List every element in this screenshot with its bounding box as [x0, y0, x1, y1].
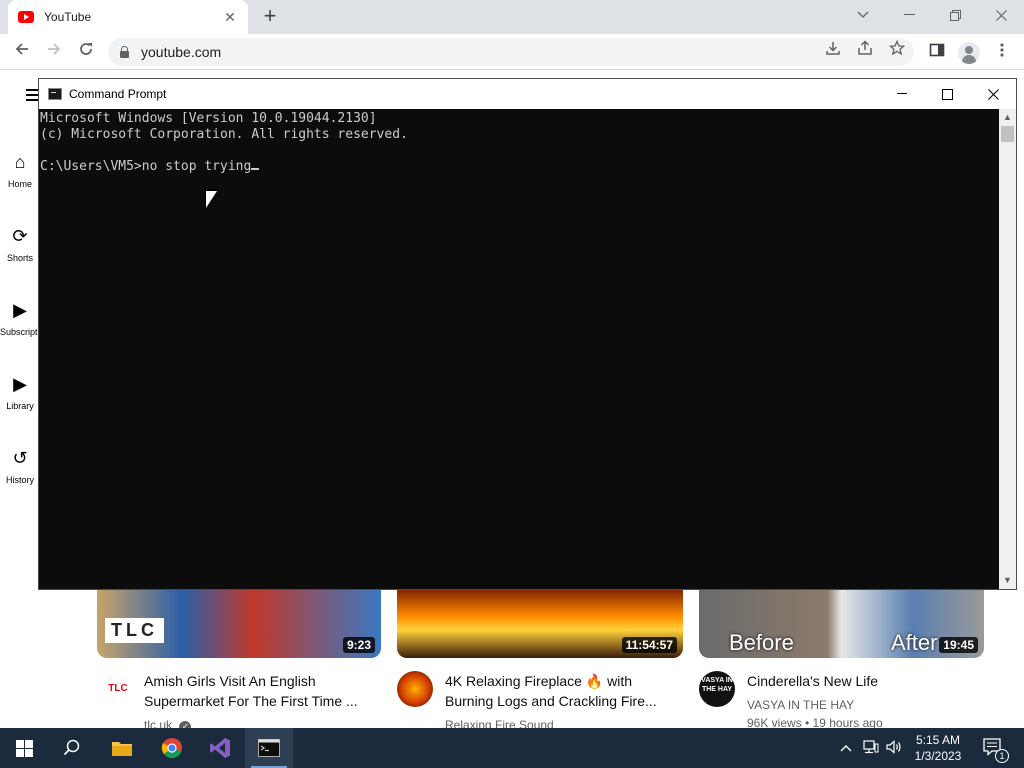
network-icon[interactable]: [863, 740, 879, 757]
video-channel[interactable]: VASYA IN THE HAY: [747, 698, 854, 712]
browser-minimize-button[interactable]: [886, 0, 932, 30]
reload-icon[interactable]: [74, 40, 98, 64]
library-icon: ▶: [13, 374, 27, 394]
cmd-close-button[interactable]: [970, 79, 1016, 109]
command-prompt-window[interactable]: Command Prompt Microsoft Windows [Versio…: [38, 78, 1017, 590]
console-line: C:\Users\VM5>no stop trying: [40, 159, 252, 174]
console-output[interactable]: Microsoft Windows [Version 10.0.19044.21…: [39, 109, 1000, 589]
taskbar-chrome[interactable]: [148, 728, 196, 768]
cmd-minimize-button[interactable]: [879, 79, 925, 109]
video-duration: 19:45: [939, 637, 978, 653]
address-bar[interactable]: youtube.com: [108, 38, 914, 66]
back-arrow-icon[interactable]: [10, 40, 34, 64]
video-duration: 9:23: [342, 637, 375, 653]
video-title[interactable]: Cinderella's New Life: [747, 671, 979, 691]
tab-close-icon[interactable]: ✕: [222, 9, 238, 26]
cmd-title-bar[interactable]: Command Prompt: [39, 79, 1016, 109]
channel-avatar[interactable]: VASYA IN THE HAY: [699, 671, 735, 707]
folder-icon: [112, 742, 132, 756]
console-line: (c) Microsoft Corporation. All rights re…: [40, 127, 408, 142]
cmd-window-title: Command Prompt: [69, 87, 167, 101]
sidebar-item-home[interactable]: ⌂ Home: [0, 151, 40, 189]
address-bar-url: youtube.com: [141, 44, 222, 60]
history-icon: ↺: [12, 448, 28, 468]
taskbar-clock[interactable]: 5:15 AM 1/3/2023: [906, 732, 970, 764]
install-app-icon[interactable]: [823, 40, 843, 60]
profile-avatar-icon[interactable]: [958, 42, 980, 64]
browser-restore-button[interactable]: [932, 0, 978, 30]
channel-avatar[interactable]: TLC: [100, 671, 136, 707]
video-title[interactable]: Amish Girls Visit An English Supermarket…: [144, 671, 376, 711]
video-thumbnail[interactable]: Before After 19:45: [699, 588, 984, 658]
thumbnail-channel-logo: TLC: [105, 618, 164, 643]
bookmark-star-icon[interactable]: [887, 39, 907, 60]
browser-close-button[interactable]: [978, 0, 1024, 30]
volume-icon[interactable]: [886, 740, 902, 757]
side-panel-icon[interactable]: [927, 42, 947, 62]
sidebar-item-label: Subscriptions: [0, 327, 40, 337]
console-prompt-line[interactable]: C:\Users\VM5>no stop trying: [40, 159, 1000, 175]
windows-taskbar: 5:15 AM 1/3/2023 1: [0, 728, 1024, 768]
tab-title: YouTube: [44, 10, 92, 24]
video-thumbnail[interactable]: TLC 9:23: [97, 588, 381, 658]
command-prompt-icon: [258, 739, 280, 757]
youtube-sidebar: ⌂ Home ⟳ Shorts ▶ Subscriptions ▶ Librar…: [0, 71, 40, 728]
chrome-menu-icon[interactable]: [992, 42, 1012, 62]
notification-count-badge: 1: [995, 749, 1009, 763]
tab-search-icon[interactable]: [840, 0, 886, 30]
mouse-pointer-icon: [206, 191, 217, 208]
console-line: Microsoft Windows [Version 10.0.19044.21…: [40, 111, 377, 126]
scrollbar-thumb[interactable]: [1001, 126, 1014, 142]
sidebar-item-label: History: [5, 475, 34, 485]
browser-toolbar: youtube.com: [0, 34, 1024, 70]
start-button[interactable]: [0, 728, 48, 768]
scroll-down-arrow-icon[interactable]: ▼: [999, 572, 1016, 589]
taskbar-search-button[interactable]: [48, 728, 96, 768]
chrome-logo-icon: [161, 738, 182, 758]
sidebar-item-shorts[interactable]: ⟳ Shorts: [0, 225, 40, 263]
video-duration: 11:54:57: [621, 637, 677, 653]
taskbar-file-explorer[interactable]: [98, 728, 146, 768]
cmd-scrollbar[interactable]: ▲ ▼: [999, 109, 1016, 589]
visual-studio-icon: [210, 738, 230, 758]
lock-icon[interactable]: [120, 45, 129, 58]
clock-time: 5:15 AM: [915, 733, 961, 747]
video-title[interactable]: 4K Relaxing Fireplace 🔥 with Burning Log…: [445, 671, 677, 711]
sidebar-item-history[interactable]: ↺ History: [0, 447, 40, 485]
clock-date: 1/3/2023: [914, 749, 962, 763]
share-icon[interactable]: [855, 40, 875, 60]
shorts-icon: ⟳: [12, 226, 28, 246]
show-hidden-icons-chevron-icon[interactable]: [840, 740, 852, 755]
cmd-maximize-button[interactable]: [924, 79, 970, 109]
video-thumbnail[interactable]: 11:54:57: [397, 588, 683, 658]
channel-avatar[interactable]: [397, 671, 433, 707]
tab-youtube[interactable]: YouTube ✕: [8, 0, 248, 34]
scroll-up-arrow-icon[interactable]: ▲: [999, 109, 1016, 126]
text-caret: [251, 168, 260, 170]
home-icon: ⌂: [14, 152, 26, 172]
search-icon: [63, 739, 80, 756]
sidebar-item-library[interactable]: ▶ Library: [0, 373, 40, 411]
sidebar-item-label: Shorts: [6, 253, 33, 263]
thumbnail-label-after: After: [891, 630, 938, 655]
sidebar-item-subscriptions[interactable]: ▶ Subscriptions: [0, 299, 40, 337]
new-tab-button[interactable]: +: [258, 4, 282, 28]
browser-tab-strip: YouTube ✕ +: [0, 0, 1024, 34]
taskbar-command-prompt[interactable]: [245, 728, 293, 768]
windows-logo-icon: [15, 739, 33, 757]
subscriptions-icon: ▶: [13, 300, 27, 320]
taskbar-visual-studio[interactable]: [196, 728, 244, 768]
sidebar-item-label: Home: [7, 179, 32, 189]
youtube-favicon-icon: [18, 11, 34, 23]
thumbnail-label-before: Before: [729, 630, 794, 655]
forward-arrow-icon[interactable]: [42, 40, 66, 64]
sidebar-item-label: Library: [6, 401, 34, 411]
command-prompt-icon: [48, 88, 62, 100]
